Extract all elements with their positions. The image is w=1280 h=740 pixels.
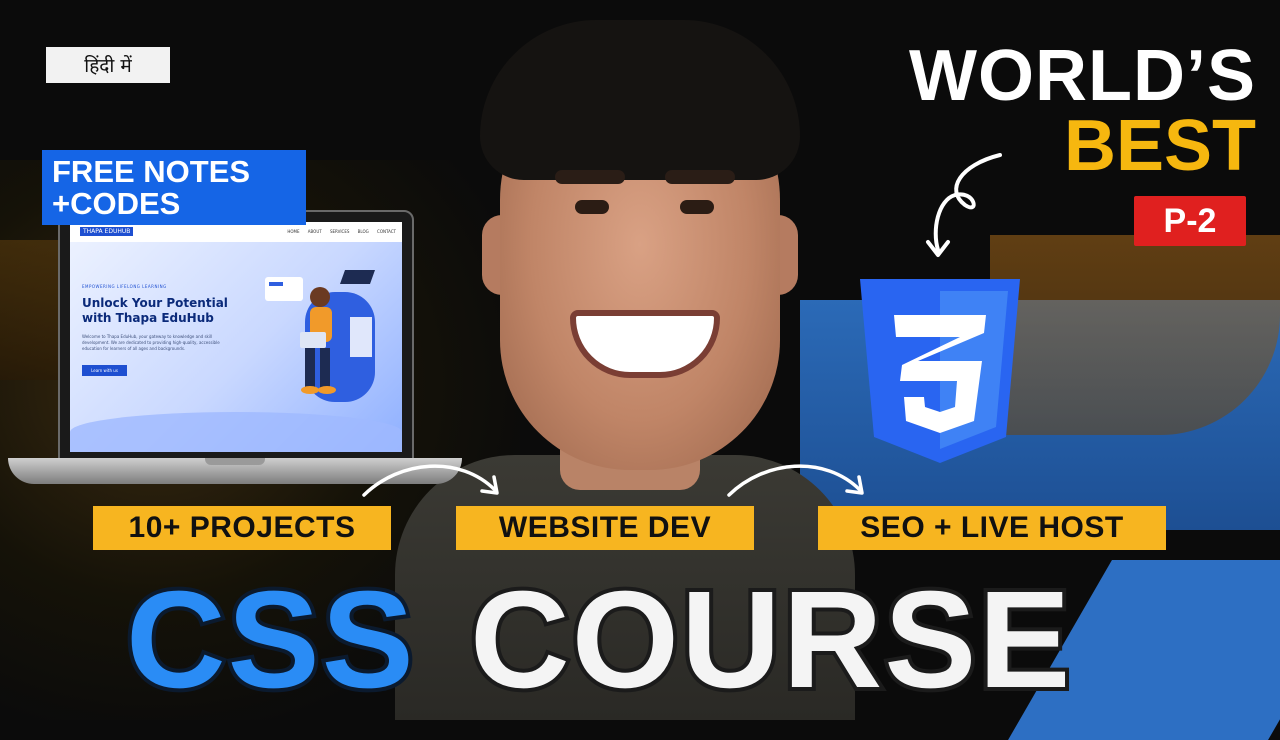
website-nav-item: CONTACT bbox=[377, 229, 396, 234]
laptop-screen: THAPA EDUHUB HOME ABOUT SERVICES BLOG CO… bbox=[58, 210, 414, 460]
website-illustration bbox=[265, 270, 375, 402]
curved-arrow-icon bbox=[926, 153, 1002, 257]
website-nav-item: HOME bbox=[287, 229, 300, 234]
feature-tag-seo-host: SEO + LIVE HOST bbox=[818, 506, 1166, 550]
website-cta-button: Learn with us bbox=[82, 365, 127, 376]
website-body-text: Welcome to Thapa EduHub, your gateway to… bbox=[82, 334, 220, 351]
presenter-eye-right bbox=[680, 200, 714, 214]
website-eyebrow: EMPOWERING LIFELONG LEARNING bbox=[82, 284, 167, 289]
part-badge: P-2 bbox=[1134, 196, 1246, 246]
presenter-eye-left bbox=[575, 200, 609, 214]
feature-tag-website-dev: WEBSITE DEV bbox=[456, 506, 754, 550]
free-notes-line2: +CODES bbox=[52, 186, 181, 221]
website-nav-item: BLOG bbox=[357, 229, 369, 234]
presenter-hair bbox=[480, 20, 800, 180]
css3-logo-icon bbox=[860, 279, 1020, 463]
headline-best: BEST bbox=[1063, 106, 1256, 186]
free-notes-badge: FREE NOTES +CODES bbox=[42, 150, 306, 225]
website-logo: THAPA EDUHUB bbox=[80, 227, 134, 236]
website-wave bbox=[70, 412, 402, 452]
presenter-brow-right bbox=[665, 170, 735, 184]
free-notes-line1: FREE NOTES bbox=[52, 154, 251, 189]
language-badge: हिंदी में bbox=[46, 47, 170, 83]
background-letter-right bbox=[990, 235, 1280, 435]
website-navbar: THAPA EDUHUB HOME ABOUT SERVICES BLOG CO… bbox=[70, 222, 402, 242]
website-nav-links: HOME ABOUT SERVICES BLOG CONTACT bbox=[280, 229, 396, 234]
title-course: COURSE bbox=[466, 561, 1074, 719]
website-nav-item: SERVICES bbox=[329, 229, 350, 234]
laptop-notch bbox=[205, 458, 265, 465]
website-nav-item: ABOUT bbox=[307, 229, 322, 234]
website-preview: THAPA EDUHUB HOME ABOUT SERVICES BLOG CO… bbox=[70, 222, 402, 452]
website-heading: Unlock Your Potential with Thapa EduHub bbox=[82, 296, 228, 325]
presenter-brow-left bbox=[555, 170, 625, 184]
curved-arrow-icon bbox=[362, 464, 499, 497]
title-css: CSS bbox=[122, 561, 418, 719]
curved-arrow-icon bbox=[727, 464, 864, 497]
headline-worlds: WORLD’S bbox=[909, 36, 1256, 116]
feature-tag-projects: 10+ PROJECTS bbox=[93, 506, 391, 550]
